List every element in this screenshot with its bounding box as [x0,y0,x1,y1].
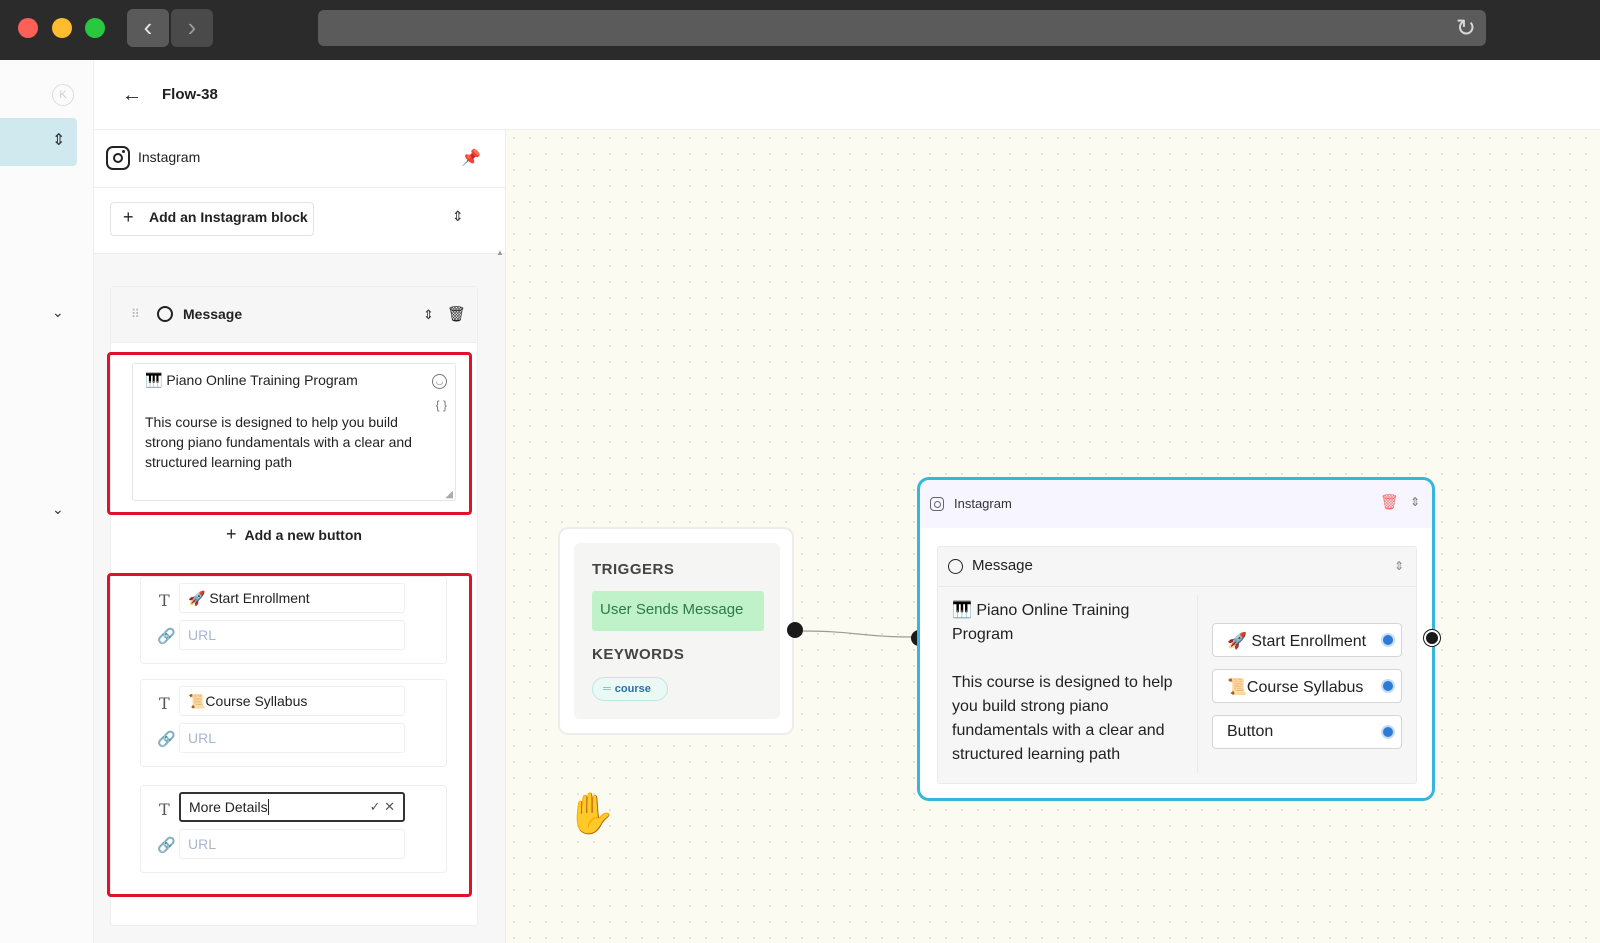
reload-icon[interactable]: ↻ [1456,14,1476,43]
collapse-toggle-icon[interactable]: ⇕ [1394,559,1404,573]
equals-icon: ═ [603,683,611,695]
keywords-label: KEYWORDS [592,646,685,663]
chevron-updown-icon: ⇕ [52,132,66,149]
message-bubble-icon [157,306,173,322]
trigger-node[interactable]: TRIGGERS User Sends Message KEYWORDS ═ co… [558,527,794,735]
scroll-up-icon[interactable]: ▲ [496,248,504,257]
trash-icon[interactable]: 🗑 [1380,493,1399,511]
message-preview-card: Message ⇕ 🎹 Piano Online Training Progra… [937,546,1417,784]
message-preview-title: Message [972,557,1033,574]
highlight-box [107,573,472,897]
collapse-toggle-icon[interactable]: ⇕ [1410,495,1420,509]
chevron-down-icon[interactable]: ⌄ [52,304,64,321]
preview-button-start-enrollment[interactable]: 🚀 Start Enrollment [1212,623,1402,657]
plus-icon: + [226,524,237,544]
minimize-window-button[interactable] [52,18,72,38]
page-title: Flow-38 [162,86,218,103]
trigger-chip[interactable]: User Sends Message [592,591,764,631]
preview-button-label: 📜Course Syllabus [1227,679,1364,696]
chevron-down-icon[interactable]: ⌄ [52,501,64,518]
sort-icon[interactable]: ⇕ [452,208,464,225]
message-block-header: ⠿ Message ⇕ 🗑 [111,287,477,343]
panel-header: Instagram 📌 [94,130,505,188]
add-instagram-block-button[interactable]: + Add an Instagram block [110,202,314,236]
instagram-output-port[interactable] [1424,630,1440,646]
button-output-port[interactable] [1381,679,1395,693]
instagram-node-header: Instagram 🗑 ⇕ [920,480,1432,528]
hand-cursor-icon: ✋ [566,792,616,836]
preview-button-default[interactable]: Button [1212,715,1402,749]
trash-icon[interactable]: 🗑 [447,305,466,323]
preview-button-label: Button [1227,723,1274,740]
trigger-node-body: TRIGGERS User Sends Message KEYWORDS ═ co… [574,543,780,719]
panel-title: Instagram [138,149,201,165]
button-output-port[interactable] [1381,725,1395,739]
trigger-output-port[interactable] [787,622,803,638]
message-preview-text: 🎹 Piano Online Training Program This cou… [940,595,1198,773]
instagram-icon [106,146,130,170]
highlight-box [107,352,472,515]
instagram-node-title: Instagram [954,496,1012,511]
browser-chrome: ‹ › ↻ [0,0,1600,60]
close-window-button[interactable] [18,18,38,38]
message-block-title: Message [183,306,243,322]
drag-handle-icon[interactable]: ⠿ [131,307,140,321]
add-block-label: Add an Instagram block [149,209,308,225]
preview-button-label: 🚀 Start Enrollment [1227,633,1367,650]
instagram-icon [930,497,944,511]
button-output-port[interactable] [1381,633,1395,647]
collapse-rail-button[interactable]: K [52,84,74,106]
triggers-label: TRIGGERS [592,561,675,578]
message-preview-text-body: This course is designed to help you buil… [952,674,1173,763]
add-new-button-label: Add a new button [244,527,362,543]
left-rail: K ⇕ ⌄ ⌄ [0,60,94,943]
message-preview-header: Message ⇕ [938,547,1416,587]
preview-button-course-syllabus[interactable]: 📜Course Syllabus [1212,669,1402,703]
instagram-node[interactable]: Instagram 🗑 ⇕ Message ⇕ 🎹 Piano Online T… [917,477,1435,801]
message-preview-text-title: 🎹 Piano Online Training Program [952,602,1130,643]
maximize-window-button[interactable] [85,18,105,38]
keyword-text: course [614,683,651,695]
keyword-chip[interactable]: ═ course [592,677,668,701]
add-block-row: + Add an Instagram block ⇕ ▲ [94,188,505,257]
flow-header: ← Flow-38 [94,60,1600,130]
collapse-toggle-icon[interactable]: ⇕ [423,307,434,323]
address-bar[interactable]: ↻ [318,10,1486,46]
rail-selected-item[interactable]: ⇕ [0,118,77,166]
browser-back-button[interactable]: ‹ [127,9,169,47]
plus-icon: + [123,207,134,227]
back-arrow-icon[interactable]: ← [122,84,142,107]
browser-forward-button[interactable]: › [171,9,213,47]
message-bubble-icon [948,559,963,574]
connection-line [803,630,913,638]
pin-icon[interactable]: 📌 [461,148,481,168]
add-new-button[interactable]: + Add a new button [226,524,362,545]
